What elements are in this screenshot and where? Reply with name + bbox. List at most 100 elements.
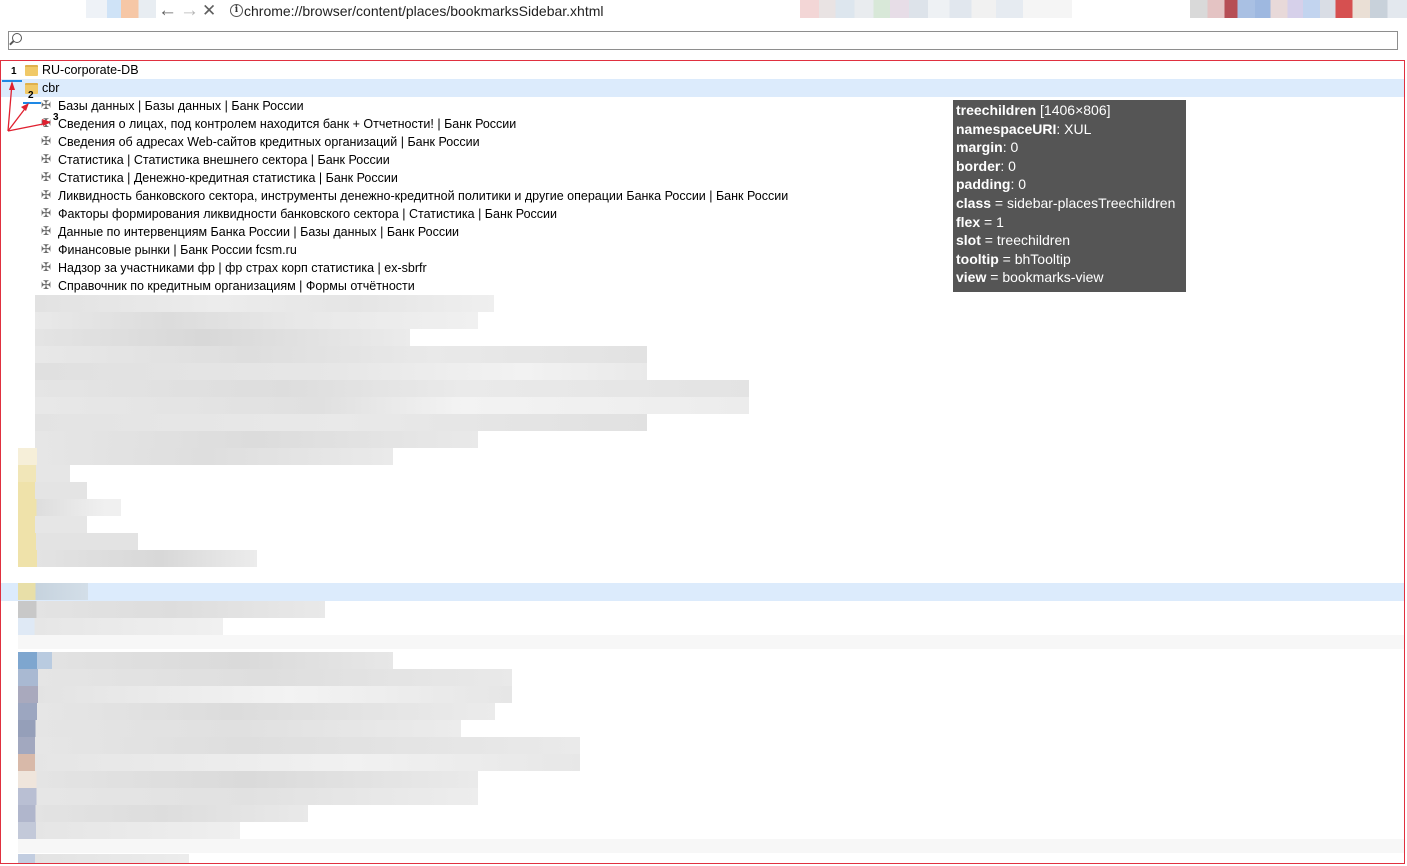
blurred-row bbox=[18, 805, 308, 822]
blurred-row bbox=[35, 414, 647, 431]
bookmark-row[interactable]: ✠ Базы данных | Базы данных | Банк России bbox=[1, 97, 1404, 115]
bookmark-row[interactable]: ✠ Надзор за участниками фр | фр страх кор… bbox=[1, 259, 1404, 277]
bookmark-label: Базы данных | Базы данных | Банк России bbox=[58, 99, 304, 113]
blurred-row bbox=[35, 312, 478, 329]
blurred-row bbox=[18, 601, 325, 618]
bookmark-label: Факторы формирования ликвидности банковс… bbox=[58, 207, 558, 221]
inspector-sep: = bbox=[986, 269, 1003, 286]
bookmark-row[interactable]: ✠ Факторы формирования ликвидности банков… bbox=[1, 205, 1404, 223]
inspector-key: slot bbox=[956, 232, 981, 249]
inspector-key: tooltip bbox=[956, 250, 999, 267]
bookmark-label: Справочник по кредитным организациям | Ф… bbox=[58, 279, 415, 293]
inspector-sep: : bbox=[1056, 120, 1065, 137]
forward-button[interactable]: → bbox=[180, 1, 199, 21]
inspector-row: padding: 0 bbox=[956, 175, 1183, 194]
cbr-favicon-icon: ✠ bbox=[40, 152, 52, 166]
bookmark-row[interactable]: ✠ Финансовые рынки | Банк России fcsm.ru bbox=[1, 241, 1404, 259]
inspector-sep: = bbox=[998, 250, 1015, 267]
inspector-title: treechildren [1406×806] bbox=[956, 101, 1183, 120]
cbr-favicon-icon: ✠ bbox=[40, 242, 52, 256]
url-bar[interactable]: chrome://browser/content/places/bookmark… bbox=[244, 2, 604, 20]
folder-row[interactable]: RU-corporate-DB bbox=[1, 61, 1404, 79]
blurred-row bbox=[18, 737, 580, 754]
bookmark-label: Статистика | Денежно-кредитная статистик… bbox=[58, 171, 398, 185]
blurred-row bbox=[18, 482, 87, 499]
cbr-favicon-icon: ✠ bbox=[40, 206, 52, 220]
inspector-value: bookmarks-view bbox=[1002, 269, 1104, 286]
bookmark-label: Финансовые рынки | Банк России fcsm.ru bbox=[58, 243, 297, 257]
inspector-value: 0 bbox=[1018, 176, 1027, 193]
blurred-row bbox=[35, 397, 749, 414]
bookmark-row[interactable]: ✠ Статистика | Денежно-кредитная статисти… bbox=[1, 169, 1404, 187]
inspector-sep: : bbox=[1000, 157, 1009, 174]
site-info-icon[interactable]: i bbox=[230, 4, 243, 17]
inspector-value: XUL bbox=[1064, 120, 1092, 137]
inspector-sep: = bbox=[991, 194, 1008, 211]
cbr-favicon-icon: ✠ bbox=[40, 278, 52, 292]
inspector-key: margin bbox=[956, 139, 1003, 156]
inspector-row: margin: 0 bbox=[956, 138, 1183, 157]
blurred-row bbox=[18, 686, 512, 703]
inspector-row: namespaceURI: XUL bbox=[956, 120, 1183, 139]
search-icon bbox=[12, 33, 22, 43]
annotation-arrows bbox=[7, 81, 51, 132]
bookmark-label: Надзор за участниками фр | фр страх корп… bbox=[58, 261, 427, 275]
blurred-row bbox=[18, 533, 138, 550]
blurred-row bbox=[18, 839, 1404, 853]
inspector-key: border bbox=[956, 157, 1001, 174]
blurred-row bbox=[18, 788, 478, 805]
inspector-value: 0 bbox=[1008, 157, 1016, 174]
inspector-dims: [1406×806] bbox=[1036, 102, 1111, 118]
bookmark-row[interactable]: ✠ Статистика | Статистика внешнего сектор… bbox=[1, 151, 1404, 169]
inspector-value: bhTooltip bbox=[1014, 250, 1071, 267]
bookmark-label: Статистика | Статистика внешнего сектора… bbox=[58, 153, 390, 167]
bookmark-row[interactable]: ✠ Сведения об адресах Web-сайтов кредитны… bbox=[1, 133, 1404, 151]
inspector-value: 0 bbox=[1010, 139, 1019, 156]
inspector-value: treechildren bbox=[996, 232, 1071, 249]
blurred-row bbox=[35, 380, 749, 397]
blurred-extension-icons bbox=[1190, 0, 1407, 18]
blurred-row bbox=[18, 550, 257, 567]
bookmark-label: Данные по интервенциям Банка России | Ба… bbox=[58, 225, 460, 239]
inspector-row: flex = 1 bbox=[956, 213, 1183, 232]
bookmark-row[interactable]: ✠ Справочник по кредитным организациям | … bbox=[1, 277, 1404, 295]
back-button[interactable]: ← bbox=[158, 1, 177, 21]
bookmarks-search-input[interactable] bbox=[8, 31, 1398, 50]
blurred-row bbox=[18, 822, 240, 839]
bookmark-row[interactable]: ✠ Ликвидность банковского сектора, инстру… bbox=[1, 187, 1404, 205]
bookmark-label: Ликвидность банковского сектора, инструм… bbox=[58, 189, 789, 203]
cbr-favicon-icon: ✠ bbox=[40, 224, 52, 238]
bookmarks-tree[interactable]: RU-corporate-DB cbr ✠ Базы данных | Базы … bbox=[0, 60, 1405, 864]
inspector-row: slot = treechildren bbox=[956, 231, 1183, 250]
folder-row-selected[interactable]: cbr bbox=[1, 79, 1404, 97]
inspector-value: sidebar-placesTreechildren bbox=[1007, 194, 1176, 211]
inspector-key: class bbox=[956, 194, 992, 211]
blurred-row bbox=[18, 720, 461, 737]
blurred-row bbox=[18, 854, 189, 863]
bookmark-row[interactable]: ✠ Данные по интервенциям Банка России | Б… bbox=[1, 223, 1404, 241]
cbr-favicon-icon: ✠ bbox=[40, 170, 52, 184]
inspector-key: padding bbox=[956, 176, 1011, 193]
stop-button[interactable]: ✕ bbox=[202, 1, 216, 21]
inspector-row: class = sidebar-placesTreechildren bbox=[956, 194, 1183, 213]
blurred-row bbox=[18, 465, 70, 482]
inspector-sep: = bbox=[980, 213, 997, 230]
bookmark-label: Сведения об адресах Web-сайтов кредитных… bbox=[58, 135, 480, 149]
blurred-row bbox=[18, 771, 478, 788]
blurred-row bbox=[18, 754, 580, 771]
inspector-tag: treechildren bbox=[956, 102, 1037, 118]
inspector-sep: = bbox=[980, 232, 997, 249]
blurred-row bbox=[18, 516, 87, 533]
blurred-row bbox=[18, 703, 495, 720]
cbr-favicon-icon: ✠ bbox=[40, 188, 52, 202]
inspector-row: view = bookmarks-view bbox=[956, 268, 1183, 287]
blurred-row bbox=[35, 346, 647, 363]
blurred-row bbox=[35, 363, 647, 380]
inspector-row: tooltip = bhTooltip bbox=[956, 250, 1183, 269]
blurred-row bbox=[18, 499, 121, 516]
bookmark-row[interactable]: ✠Сведения о лицах, под контролем находит… bbox=[1, 115, 1404, 133]
cbr-favicon-icon: ✠ bbox=[40, 260, 52, 274]
blurred-row bbox=[18, 448, 393, 465]
blurred-row bbox=[18, 583, 88, 600]
inspector-key: namespaceURI bbox=[956, 120, 1057, 137]
